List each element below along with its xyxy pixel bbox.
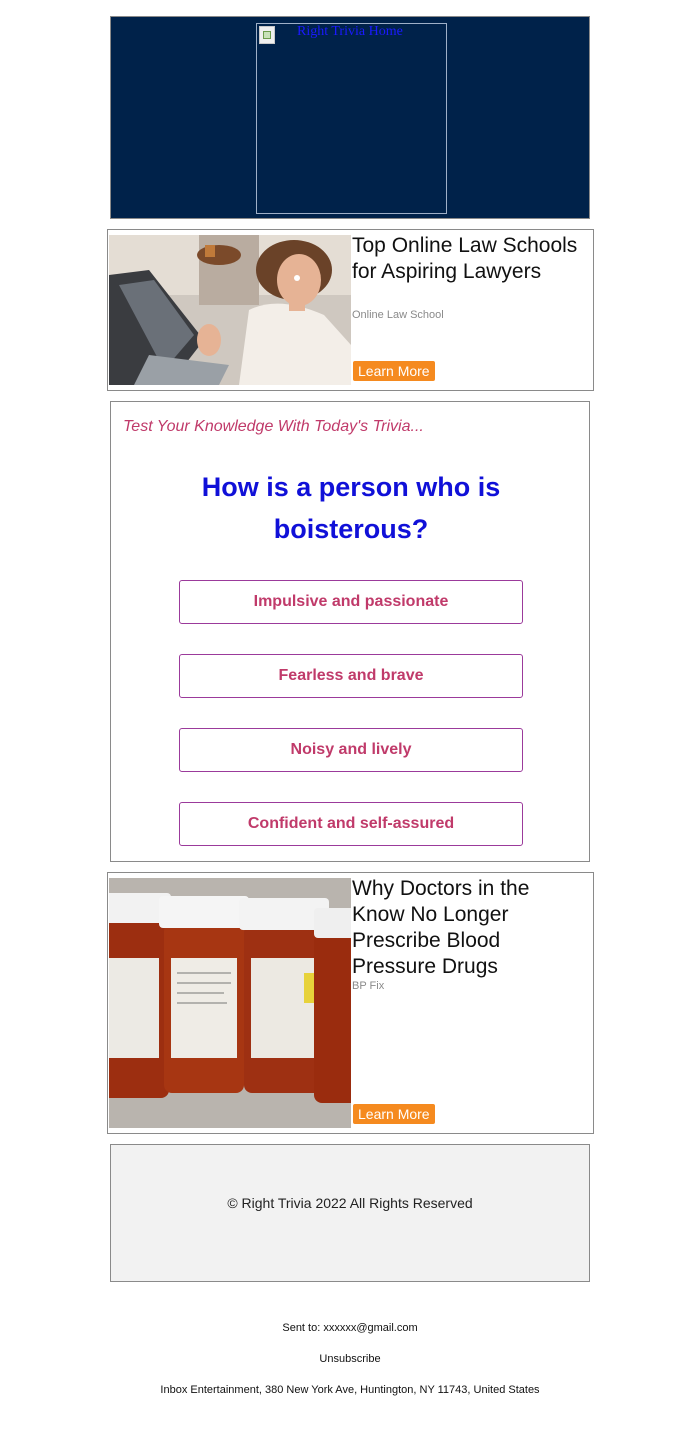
broken-image-icon xyxy=(259,26,275,44)
logo-link[interactable]: Right Trivia Home xyxy=(256,23,447,214)
ad-image-woman-laptop[interactable] xyxy=(109,235,351,385)
ad-title[interactable]: Why Doctors in the Know No Longer Prescr… xyxy=(352,876,584,980)
copyright-text: © Right Trivia 2022 All Rights Reserved xyxy=(227,1195,473,1211)
trivia-question: How is a person who is boisterous? xyxy=(201,472,501,544)
trivia-intro: Test Your Knowledge With Today's Trivia.… xyxy=(123,418,424,435)
sent-to-text: Sent to: xxxxxx@gmail.com xyxy=(282,1322,418,1334)
trivia-card: Test Your Knowledge With Today's Trivia.… xyxy=(110,401,590,862)
ad-source: BP Fix xyxy=(352,980,385,992)
answer-option[interactable]: Confident and self-assured xyxy=(179,802,523,846)
logo-alt-text: Right Trivia Home xyxy=(297,24,403,39)
ad-image-pill-bottles[interactable] xyxy=(109,878,351,1128)
sender-address: Inbox Entertainment, 380 New York Ave, H… xyxy=(160,1384,540,1396)
sponsored-ad-law-schools[interactable]: Top Online Law Schools for Aspiring Lawy… xyxy=(107,229,594,391)
footer-box: © Right Trivia 2022 All Rights Reserved xyxy=(110,1144,590,1282)
email-header: Right Trivia Home xyxy=(110,16,590,219)
unsubscribe-link[interactable]: Unsubscribe xyxy=(0,1353,700,1365)
answer-option[interactable]: Fearless and brave xyxy=(179,654,523,698)
ad-title[interactable]: Top Online Law Schools for Aspiring Lawy… xyxy=(352,233,584,285)
learn-more-button[interactable]: Learn More xyxy=(353,361,435,381)
answer-option[interactable]: Noisy and lively xyxy=(179,728,523,772)
pill-bottles-illustration xyxy=(109,878,351,1128)
answer-option[interactable]: Impulsive and passionate xyxy=(179,580,523,624)
sponsored-ad-blood-pressure[interactable]: Why Doctors in the Know No Longer Prescr… xyxy=(107,872,594,1134)
woman-with-laptop-illustration xyxy=(109,235,351,385)
ad-source: Online Law School xyxy=(352,309,444,321)
learn-more-button[interactable]: Learn More xyxy=(353,1104,435,1124)
